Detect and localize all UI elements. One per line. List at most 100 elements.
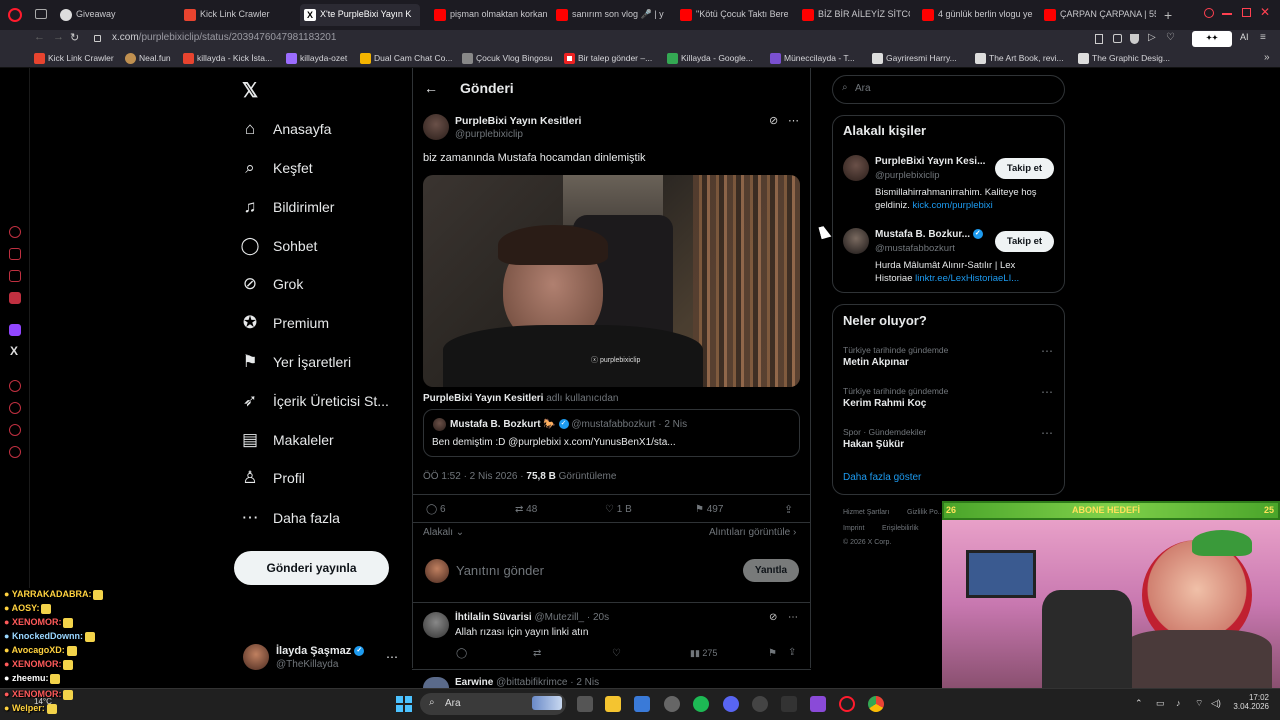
browser-tab[interactable]: pişman olmaktan korkan <box>430 4 548 26</box>
post-author-avatar[interactable] <box>423 114 449 140</box>
browser-tab[interactable]: "Kötü Çocuk Taktı Beres <box>676 4 788 26</box>
nav-explore[interactable]: ⌕ Keşfet <box>240 154 312 182</box>
back-arrow-icon[interactable]: ← <box>424 80 438 96</box>
obs-icon[interactable] <box>664 696 680 712</box>
settings-gear-icon[interactable] <box>752 696 768 712</box>
extension-logo[interactable]: ✦✦ <box>1192 31 1232 47</box>
account-name[interactable]: İlayda Şaşmaz ✓ <box>276 645 365 657</box>
start-button[interactable] <box>396 696 412 712</box>
share-icon[interactable]: ⇪ <box>784 503 793 516</box>
footer-link[interactable]: Gizlilik Po... <box>907 509 944 516</box>
footer-link[interactable]: Erişilebilirlik <box>882 525 919 532</box>
reply-input[interactable]: Yanıtını gönder <box>456 563 544 578</box>
trend-more-icon[interactable]: ⋯ <box>1041 385 1054 399</box>
browser-tab[interactable]: 4 günlük berlin vlogu ye <box>918 4 1034 26</box>
music-icon[interactable] <box>9 292 21 304</box>
forward-icon[interactable]: → <box>53 31 64 43</box>
clock[interactable]: 17:02 3.04.2026 <box>1233 693 1269 711</box>
more-bookmarks-icon[interactable]: » <box>1264 52 1270 63</box>
nav-more[interactable]: ⋯ Daha fazla <box>240 504 340 532</box>
post-video[interactable]: ⓧ purplebixiclip <box>423 175 800 387</box>
browser-tab[interactable]: sanırım son vlog 🎤 | yen <box>552 4 664 26</box>
bookmark-icon[interactable]: ⚑ <box>768 648 777 659</box>
new-tab-icon[interactable]: + <box>1164 7 1172 23</box>
view-quotes-link[interactable]: Alıntıları görüntüle › <box>709 527 796 538</box>
person-name[interactable]: PurpleBixi Yayın Kesi... <box>875 156 985 167</box>
menu-icon[interactable]: ≡ <box>1260 32 1266 43</box>
trend-item[interactable]: Metin Akpınar <box>843 357 909 368</box>
reload-icon[interactable]: ↻ <box>70 31 79 44</box>
crypto-wallet-icon[interactable] <box>9 248 21 260</box>
nav-notifications[interactable]: ♫ Bildirimler <box>240 193 335 221</box>
reply-action[interactable]: ◯ 6 <box>426 504 446 515</box>
settings-icon[interactable] <box>9 446 21 458</box>
chrome-icon[interactable] <box>868 696 884 712</box>
bookmark-item[interactable]: killayda-ozet <box>286 53 347 64</box>
nav-chat[interactable]: ◯ Sohbet <box>240 232 317 260</box>
nav-home[interactable]: ⌂ Anasayfa <box>240 115 332 143</box>
aria-icon[interactable] <box>9 226 21 238</box>
trend-more-icon[interactable]: ⋯ <box>1041 426 1054 440</box>
maximize-icon[interactable] <box>1242 8 1251 17</box>
bookmark-page-icon[interactable] <box>1095 34 1103 44</box>
reply-avatar[interactable] <box>423 677 449 688</box>
views-stat[interactable]: ▮▮ 275 <box>690 648 717 659</box>
person-avatar[interactable] <box>843 228 869 254</box>
person-avatar[interactable] <box>843 155 869 181</box>
x-logo[interactable]: 𝕏 <box>242 78 258 103</box>
opera-taskbar-icon[interactable] <box>839 696 855 712</box>
bookmark-item[interactable]: Gayriresmi Harry... <box>872 53 957 64</box>
account-menu-icon[interactable]: ⋯ <box>386 650 398 664</box>
post-author-handle[interactable]: @purplebixiclip <box>455 129 523 140</box>
follow-button[interactable]: Takip et <box>995 158 1054 179</box>
browser-tab[interactable]: BİZ BİR AİLEYİZ SİTCOM <box>798 4 910 26</box>
nav-creator-studio[interactable]: ➶ İçerik Üreticisi St... <box>240 387 389 415</box>
shield-icon[interactable] <box>1130 34 1139 44</box>
nav-bookmarks[interactable]: ⚑ Yer İşaretleri <box>240 348 351 376</box>
person-link[interactable]: linktr.ee/LexHistoriaeLI... <box>915 273 1019 284</box>
sort-dropdown[interactable]: Alakalı ⌄ <box>423 527 464 538</box>
bookmark-item[interactable]: Müneccilayda - T... <box>770 53 855 64</box>
opera-menu-icon[interactable] <box>8 8 22 22</box>
bookmark-item[interactable]: Neal.fun <box>125 53 171 64</box>
account-avatar[interactable] <box>243 644 269 670</box>
heart-icon[interactable]: ♡ <box>1166 32 1175 43</box>
discord-icon[interactable] <box>723 696 739 712</box>
close-window-icon[interactable]: ✕ <box>1260 5 1270 19</box>
nav-articles[interactable]: ▤ Makaleler <box>240 426 334 454</box>
microphone-icon[interactable]: ♪ <box>1176 698 1181 708</box>
video-attribution[interactable]: PurpleBixi Yayın Kesitleri adlı kullanıc… <box>423 393 619 404</box>
browser-tab[interactable]: Kick Link Crawler <box>180 4 298 26</box>
history-icon[interactable] <box>9 402 21 414</box>
ai-extension-icon[interactable]: AI <box>1240 32 1249 42</box>
post-button[interactable]: Gönderi yayınla <box>234 551 389 585</box>
bookmark-item[interactable]: The Art Book, revi... <box>975 53 1064 64</box>
bookmark-item[interactable]: Kick Link Crawler <box>34 53 114 64</box>
twitch-sidebar-icon[interactable] <box>9 324 21 336</box>
workspaces-icon[interactable] <box>35 9 47 19</box>
grok-explain-icon[interactable]: ⊘ <box>769 612 777 623</box>
task-view-icon[interactable] <box>577 696 593 712</box>
trend-more-icon[interactable]: ⋯ <box>1041 344 1054 358</box>
nav-grok[interactable]: ⊘ Grok <box>240 270 303 298</box>
bookmark-item[interactable]: Killayda - Google... <box>667 53 753 64</box>
browser-tab[interactable]: ÇARPAN ÇARPANA | 55r <box>1040 4 1156 26</box>
app-icon[interactable] <box>781 696 797 712</box>
share-icon[interactable]: ⇪ <box>788 647 796 658</box>
trend-item[interactable]: Kerim Rahmi Koç <box>843 398 926 409</box>
player-icon[interactable] <box>9 380 21 392</box>
trend-item[interactable]: Hakan Şükür <box>843 439 904 450</box>
browser-tab-active[interactable]: X X'te PurpleBixi Yayın K <box>300 4 420 26</box>
post-author-name[interactable]: PurpleBixi Yayın Kesitleri <box>455 115 581 127</box>
file-explorer-icon[interactable] <box>605 696 621 712</box>
spotify-icon[interactable] <box>693 696 709 712</box>
x-sidebar-icon[interactable]: X <box>10 344 18 358</box>
bookmark-item[interactable]: The Graphic Desig... <box>1078 53 1170 64</box>
follow-button[interactable]: Takip et <box>995 231 1054 252</box>
bookmark-item[interactable]: Bir talep gönder –... <box>564 53 652 64</box>
person-name[interactable]: Mustafa B. Bozkur... ✓ <box>875 229 983 240</box>
heart-icon[interactable]: ♡ <box>612 648 621 659</box>
apps-grid-icon[interactable] <box>810 696 826 712</box>
post-more-icon[interactable]: ⋯ <box>788 114 799 127</box>
play-icon[interactable]: ▷ <box>1148 32 1156 43</box>
